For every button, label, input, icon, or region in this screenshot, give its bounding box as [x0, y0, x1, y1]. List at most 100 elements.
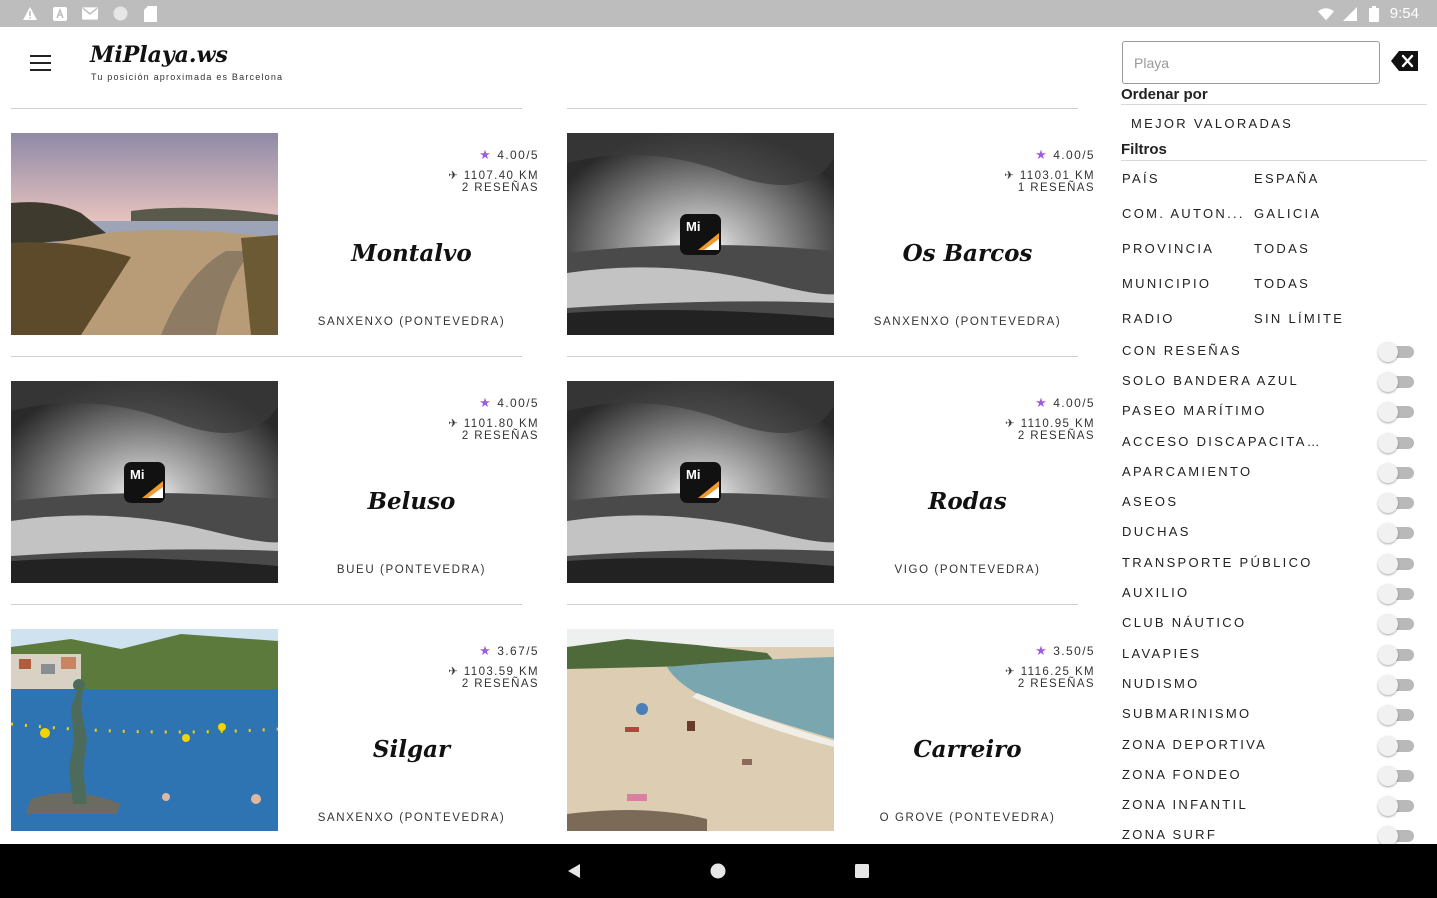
toggle-switch[interactable] [1378, 342, 1416, 362]
recents-button[interactable] [852, 861, 872, 881]
toggle-switch[interactable] [1378, 372, 1416, 392]
toggle-row: TRANSPORTE PÚBLICO [1122, 552, 1416, 574]
beach-photo[interactable]: Mi [11, 381, 278, 583]
navigation-bar [0, 844, 1437, 898]
distance-value: 1103.59 KM [463, 666, 539, 678]
beach-photo[interactable] [11, 133, 278, 335]
home-button[interactable] [708, 861, 728, 881]
toggle-row: DUCHAS [1122, 521, 1416, 543]
beach-name[interactable]: Silgar [278, 736, 545, 763]
plane-icon: ✈ [448, 666, 464, 678]
battery-icon [1366, 5, 1382, 22]
toggle-label: ZONA FONDEO [1122, 767, 1242, 782]
beach-name[interactable]: Os Barcos [834, 240, 1101, 267]
beach-photo[interactable] [11, 629, 278, 831]
toggle-label: ASEOS [1122, 494, 1179, 509]
divider [1121, 104, 1427, 105]
rating: ★ 4.00/5 [479, 147, 539, 163]
beach-card[interactable]: ★ 3.50/5 ✈ 1116.25 KM 2 RESEÑAS Carreiro … [556, 604, 1101, 852]
toggle-switch[interactable] [1378, 645, 1416, 665]
filter-label: RADIO [1122, 311, 1175, 326]
toggle-switch[interactable] [1378, 736, 1416, 756]
order-select[interactable]: MEJOR VALORADAS [1131, 116, 1293, 131]
beach-name[interactable]: Montalvo [278, 240, 545, 267]
toggle-switch[interactable] [1378, 826, 1416, 844]
distance: ✈ 1116.25 KM [1005, 664, 1095, 678]
toggle-label: APARCAMIENTO [1122, 464, 1253, 479]
beach-location: SANXENXO (PONTEVEDRA) [873, 316, 1062, 328]
circle-icon [112, 6, 128, 22]
svg-text:Mi: Mi [130, 467, 144, 482]
toggle-switch[interactable] [1378, 796, 1416, 816]
toggle-row: CON RESEÑAS [1122, 340, 1416, 362]
filter-value: TODAS [1254, 241, 1311, 256]
app-title: MiPlaya.ws [90, 42, 228, 68]
toggle-switch[interactable] [1378, 614, 1416, 634]
beach-location: VIGO (PONTEVEDRA) [894, 564, 1041, 576]
beach-card[interactable]: ★ 3.67/5 ✈ 1103.59 KM 2 RESEÑAS Silgar SA… [0, 604, 545, 852]
clear-search-button[interactable] [1390, 49, 1420, 73]
toggle-switch[interactable] [1378, 523, 1416, 543]
back-triangle-icon [568, 864, 580, 878]
beach-photo[interactable]: Mi [567, 133, 834, 335]
beach-name[interactable]: Rodas [834, 488, 1101, 515]
star-icon: ★ [479, 643, 493, 658]
star-icon: ★ [1035, 147, 1049, 162]
plane-icon: ✈ [448, 170, 464, 182]
toggle-row: AUXILIO [1122, 582, 1416, 604]
star-icon: ★ [479, 395, 493, 410]
search-input[interactable] [1122, 41, 1380, 84]
review-count: 2 RESEÑAS [1017, 678, 1095, 690]
toggle-label: SUBMARINISMO [1122, 706, 1252, 721]
toggle-row: ZONA SURF [1122, 824, 1416, 844]
toggle-switch[interactable] [1378, 463, 1416, 483]
divider [567, 604, 1078, 605]
toggle-switch[interactable] [1378, 493, 1416, 513]
beach-card[interactable]: Mi ★ 4.00/5 ✈ 1101.80 KM 2 RESEÑAS Beluso… [0, 356, 545, 604]
beach-photo[interactable]: Mi [567, 381, 834, 583]
review-count: 2 RESEÑAS [461, 430, 539, 442]
toggle-label: PASEO MARÍTIMO [1122, 403, 1267, 418]
toggle-switch[interactable] [1378, 554, 1416, 574]
hamburger-menu-button[interactable] [24, 49, 58, 77]
toggle-label: ZONA INFANTIL [1122, 797, 1248, 812]
toggle-switch[interactable] [1378, 402, 1416, 422]
rating: ★ 4.00/5 [1035, 395, 1095, 411]
toggle-row: PASEO MARÍTIMO [1122, 400, 1416, 422]
distance-value: 1101.80 KM [463, 418, 539, 430]
toggle-label: DUCHAS [1122, 524, 1191, 539]
toggle-switch[interactable] [1378, 584, 1416, 604]
review-count: 2 RESEÑAS [461, 678, 539, 690]
toggle-row: ZONA INFANTIL [1122, 794, 1416, 816]
beach-name[interactable]: Carreiro [834, 736, 1101, 763]
backspace-icon [1391, 51, 1418, 71]
beach-name[interactable]: Beluso [278, 488, 545, 515]
beach-card[interactable]: Mi ★ 4.00/5 ✈ 1103.01 KM 1 RESEÑAS Os Bar… [556, 108, 1101, 356]
beach-card[interactable]: Mi ★ 4.00/5 ✈ 1110.95 KM 2 RESEÑAS Rodas … [556, 356, 1101, 604]
beach-photo[interactable] [567, 629, 834, 831]
filter-value: TODAS [1254, 276, 1311, 291]
toggle-switch[interactable] [1378, 433, 1416, 453]
toggle-switch[interactable] [1378, 705, 1416, 725]
toggle-row: CLUB NÁUTICO [1122, 612, 1416, 634]
plane-icon: ✈ [448, 418, 464, 430]
menu-icon [30, 55, 51, 57]
toggle-label: ACCESO DISCAPACITA... [1122, 434, 1322, 449]
beach-location: O GROVE (PONTEVEDRA) [879, 812, 1056, 824]
star-icon: ★ [1035, 643, 1049, 658]
status-bar: 9:54 [0, 0, 1437, 27]
filter-value: ESPAÑA [1254, 171, 1320, 186]
rating-value: 3.67/5 [497, 644, 539, 658]
toggle-switch[interactable] [1378, 766, 1416, 786]
app-bar: MiPlaya.ws Tu posición aproximada es Bar… [0, 27, 1100, 107]
clock: 9:54 [1389, 5, 1419, 22]
toggle-label: ZONA DEPORTIVA [1122, 737, 1268, 752]
toggle-switch[interactable] [1378, 675, 1416, 695]
toggle-row: APARCAMIENTO [1122, 461, 1416, 483]
toggle-row: ZONA FONDEO [1122, 764, 1416, 786]
beach-card[interactable]: ★ 4.00/5 ✈ 1107.40 KM 2 RESEÑAS Montalvo … [0, 108, 545, 356]
toggle-label: NUDISMO [1122, 676, 1200, 691]
mail-icon [82, 6, 98, 22]
back-button[interactable] [565, 861, 585, 881]
rating: ★ 3.50/5 [1035, 643, 1095, 659]
